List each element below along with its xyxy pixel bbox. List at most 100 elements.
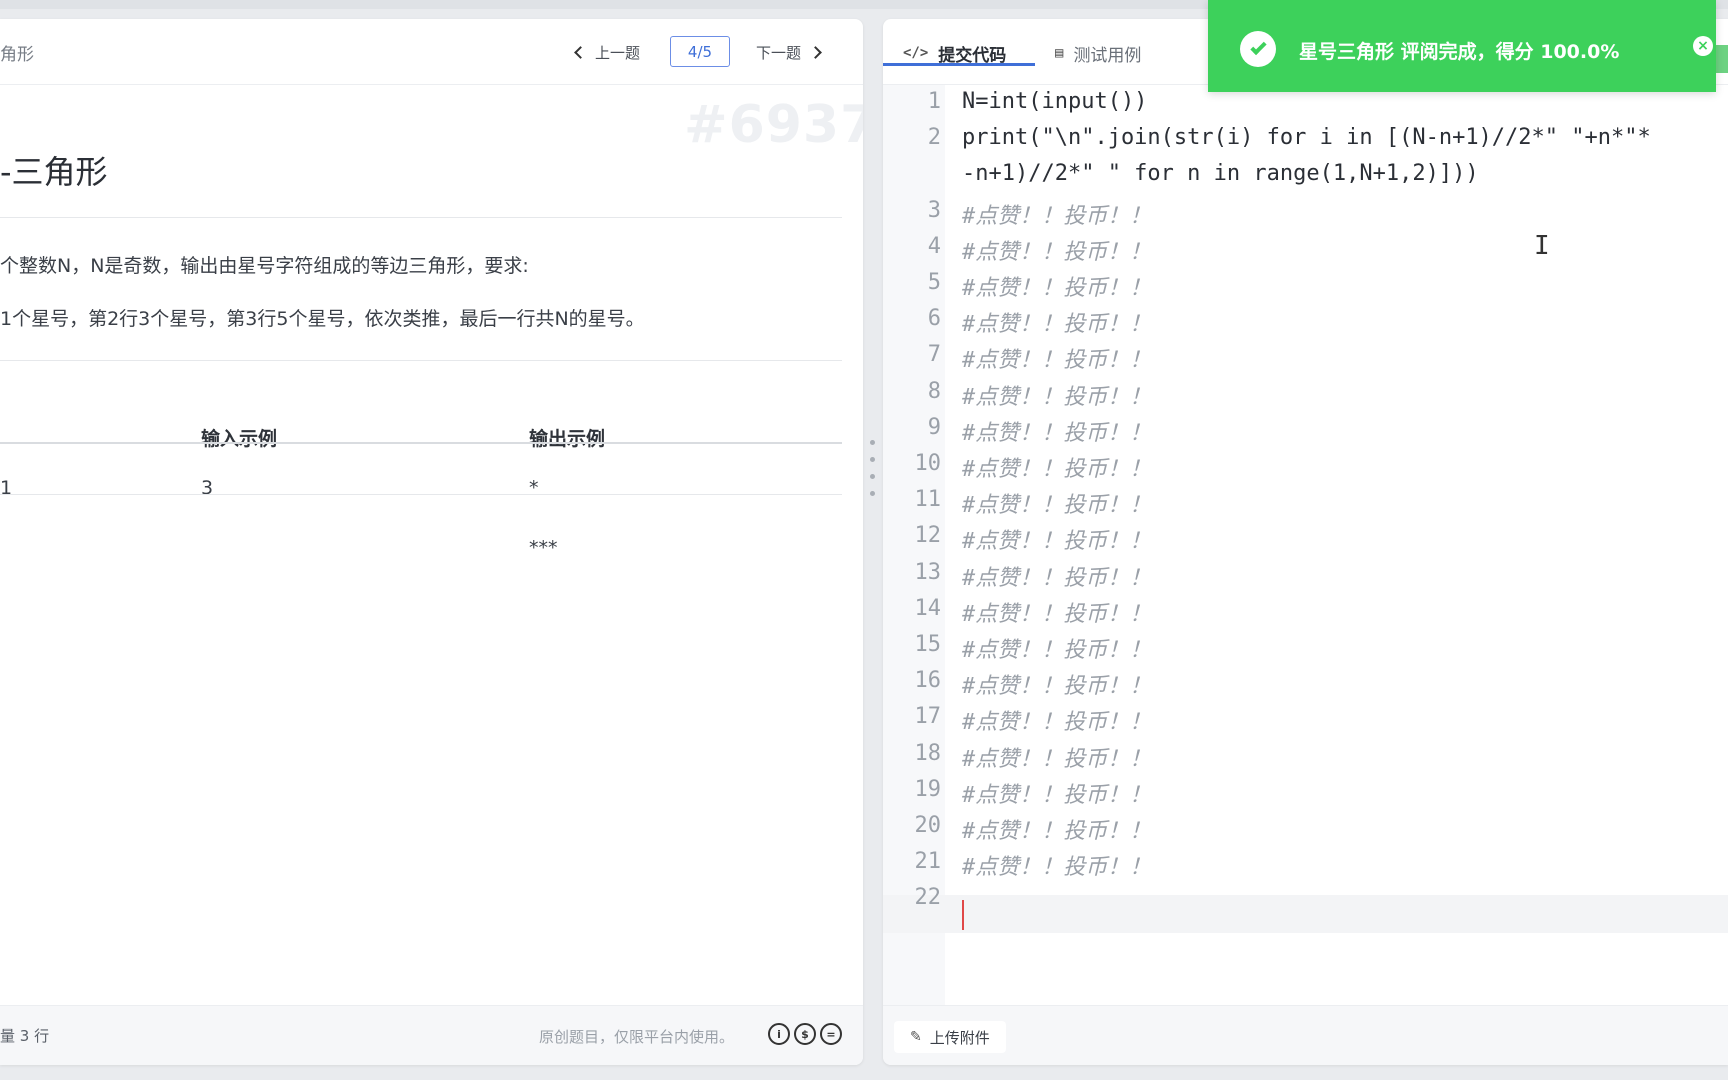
upload-attachment-button[interactable]: ✎ 上传附件: [894, 1021, 1006, 1053]
code-line: #点赞！！投币！！: [962, 420, 1152, 446]
line-number: 21: [914, 849, 942, 875]
code-panel: </> 提交代码 ▤ 测试用例 1 N=int(input()) 2 print("\…: [883, 19, 1728, 1065]
handle-dot: [869, 474, 875, 479]
line-number: 6: [927, 306, 941, 332]
cc-nc-icon: $: [794, 1023, 816, 1045]
license-icons: i $ =: [768, 1023, 842, 1045]
code-line: #点赞！！投币！！: [962, 384, 1152, 410]
success-toast: 星号三角形 评阅完成，得分 100.0% ×: [1208, 0, 1716, 92]
code-line: #点赞！！投币！！: [962, 855, 1152, 881]
code-line: #点赞！！投币！！: [962, 529, 1152, 555]
problem-title: -三角形: [0, 153, 108, 191]
line-number: 22: [914, 885, 942, 911]
code-line: #点赞！！投币！！: [962, 674, 1152, 700]
table-header-divider: [0, 442, 842, 444]
code-line: N=int(input()): [962, 89, 1148, 114]
tab-label: 测试用例: [1073, 45, 1142, 66]
toast-message: 星号三角形 评阅完成，得分 100.0%: [1299, 41, 1620, 63]
code-line: #点赞！！投币！！: [962, 746, 1152, 772]
problem-id-watermark: #6937: [684, 95, 863, 155]
line-number: 14: [914, 595, 942, 621]
license-note: 原创题目，仅限平台内使用。: [539, 1028, 735, 1046]
code-editor[interactable]: 1 N=int(input()) 2 print("\n".join(str(i) f…: [883, 85, 1728, 1005]
handle-dot: [869, 440, 875, 445]
close-icon[interactable]: ×: [1693, 36, 1713, 56]
code-line: #点赞！！投币！！: [962, 565, 1152, 591]
line-number: 18: [914, 740, 942, 766]
line-number: 3: [927, 197, 941, 223]
input-example-header: 输入示例: [201, 428, 278, 450]
cc-by-icon: i: [768, 1023, 790, 1045]
handle-dot: [869, 491, 875, 496]
example-row-index: 1: [0, 477, 13, 499]
paperclip-icon: ✎: [910, 1029, 922, 1045]
panel-resize-handle[interactable]: [868, 440, 876, 496]
handle-dot: [869, 457, 875, 462]
line-number: 13: [914, 559, 942, 585]
line-number: 15: [914, 632, 942, 657]
line-number: 19: [914, 776, 942, 802]
output-example-header: 输出示例: [529, 428, 606, 450]
code-line: -n+1)//2*" " for n in range(1,N+1,2)])): [962, 161, 1479, 187]
line-number: 4: [927, 233, 941, 259]
next-problem-button[interactable]: 下一题: [756, 39, 824, 65]
divider: [0, 360, 842, 361]
code-line: #点赞！！投币！！: [962, 348, 1152, 374]
line-number: 11: [914, 487, 942, 513]
line-number: 7: [927, 342, 941, 368]
prev-problem-label: 上一题: [595, 43, 641, 62]
code-line: #点赞！！投币！！: [962, 782, 1152, 808]
next-problem-label: 下一题: [756, 43, 802, 62]
active-line-highlight: [883, 895, 1728, 933]
code-line: #点赞！！投币！！: [962, 312, 1152, 338]
code-line: #点赞！！投币！！: [962, 601, 1152, 627]
text-caret: [962, 900, 964, 930]
example-input-value: 3: [201, 477, 214, 499]
problem-description-line-1: 个整数N，N是奇数，输出由星号字符组成的等边三角形，要求:: [0, 255, 529, 277]
line-number: 2: [927, 125, 941, 151]
code-line: #点赞！！投币！！: [962, 493, 1152, 519]
chevron-left-icon: [574, 45, 587, 59]
active-tab-indicator: [883, 63, 1035, 66]
code-line: #点赞！！投币！！: [962, 710, 1152, 736]
code-line: #点赞！！投币！！: [962, 638, 1152, 663]
footer-meta: 量 3 行: [0, 1027, 50, 1045]
tab-submit-code[interactable]: </> 提交代码: [903, 33, 1006, 73]
test-case-icon: ▤: [1055, 45, 1064, 61]
code-line: #点赞！！投币！！: [962, 819, 1152, 844]
problem-header-title: 角形: [0, 45, 34, 65]
line-number: 17: [914, 704, 942, 730]
line-number: 16: [914, 668, 942, 694]
chevron-right-icon: [809, 45, 822, 59]
table-row-divider: [0, 494, 842, 495]
line-number: 9: [927, 414, 941, 440]
code-line: #点赞！！投币！！: [962, 203, 1152, 229]
line-number: 12: [914, 523, 942, 549]
code-line: print("\n".join(str(i) for i in [(N-n+1)…: [962, 125, 1651, 151]
page-indicator[interactable]: 4/5: [670, 36, 730, 67]
code-line: #点赞！！投币！！: [962, 276, 1152, 301]
code-line: #点赞！！投币！！: [962, 457, 1152, 482]
prev-problem-button[interactable]: 上一题: [572, 39, 640, 65]
divider: [0, 217, 842, 218]
tab-label: 提交代码: [938, 45, 1007, 66]
line-number: 20: [914, 813, 942, 838]
check-circle-icon: [1240, 31, 1276, 67]
example-output-line-1: *: [529, 477, 539, 499]
line-number: 5: [927, 270, 941, 295]
line-number: 1: [927, 89, 941, 114]
line-number: 10: [914, 451, 942, 476]
problem-header: 角形 上一题 4/5 下一题: [0, 19, 863, 85]
line-number: 8: [927, 378, 941, 404]
code-line: #点赞！！投币！！: [962, 239, 1152, 265]
ibeam-cursor-icon: I: [1534, 231, 1550, 261]
editor-footer: ✎ 上传附件: [883, 1005, 1728, 1065]
cc-nd-icon: =: [820, 1023, 842, 1045]
problem-panel: 角形 上一题 4/5 下一题 #6937 -三角形 个整数N，N是奇数，输出由星…: [0, 19, 863, 1065]
upload-label: 上传附件: [929, 1028, 990, 1047]
code-icon: </>: [903, 45, 929, 61]
problem-footer: 量 3 行 原创题目，仅限平台内使用。 i $ =: [0, 1005, 863, 1065]
example-output-line-2: ***: [529, 537, 558, 559]
problem-description-line-2: 1个星号，第2行3个星号，第3行5个星号，依次类推，最后一行共N的星号。: [0, 308, 645, 330]
tab-test-cases[interactable]: ▤ 测试用例: [1055, 33, 1141, 73]
